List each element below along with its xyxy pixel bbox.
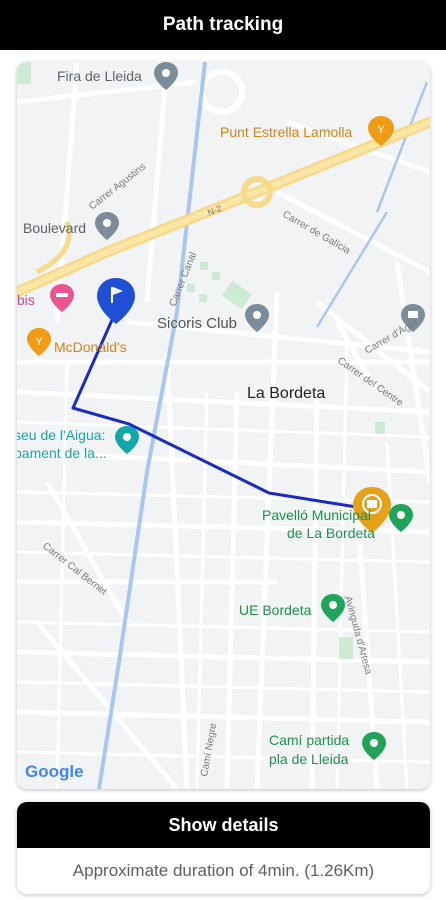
label-mcdonalds: McDonald's <box>54 339 127 355</box>
label-ibis: Ibis <box>17 292 35 308</box>
label-ue-bordeta: UE Bordeta <box>239 602 312 618</box>
label-punt-estrella: Punt Estrella Lamolla <box>220 124 353 140</box>
label-boulevard: Boulevard <box>23 220 86 236</box>
label-pavello-1: Pavelló Municipal <box>262 507 371 523</box>
details-card: Show details Approximate duration of 4mi… <box>17 802 430 894</box>
map-canvas[interactable]: Y Y Fira de Lleida Punt Estrella Lamolla… <box>17 62 430 789</box>
label-pavello-2: de La Bordeta <box>287 525 375 541</box>
show-details-label: Show details <box>168 814 279 835</box>
google-logo: Google <box>25 762 84 781</box>
label-fira: Fira de Lleida <box>57 68 142 84</box>
label-la-bordeta: La Bordeta <box>247 385 325 402</box>
app-header: Path tracking <box>0 0 446 50</box>
svg-text:Google: Google <box>25 762 84 781</box>
label-cami-partida-2: pla de Lleida <box>269 751 349 767</box>
map-view[interactable]: Y Y Fira de Lleida Punt Estrella Lamolla… <box>17 62 430 789</box>
label-museu-1: seu de l'Aigua: <box>17 427 105 443</box>
label-museu-2: pament de la... <box>17 445 107 461</box>
duration-text: Approximate duration of 4min. (1.26Km) <box>72 861 375 880</box>
page-title: Path tracking <box>162 14 284 35</box>
label-cami-partida-1: Camí partida <box>269 732 349 748</box>
svg-text:Y: Y <box>377 124 385 136</box>
label-sicoris: Sicoris Club <box>157 315 237 332</box>
show-details-button[interactable]: Show details <box>17 802 430 848</box>
duration-info: Approximate duration of 4min. (1.26Km) <box>17 848 430 894</box>
svg-text:Y: Y <box>35 336 43 348</box>
